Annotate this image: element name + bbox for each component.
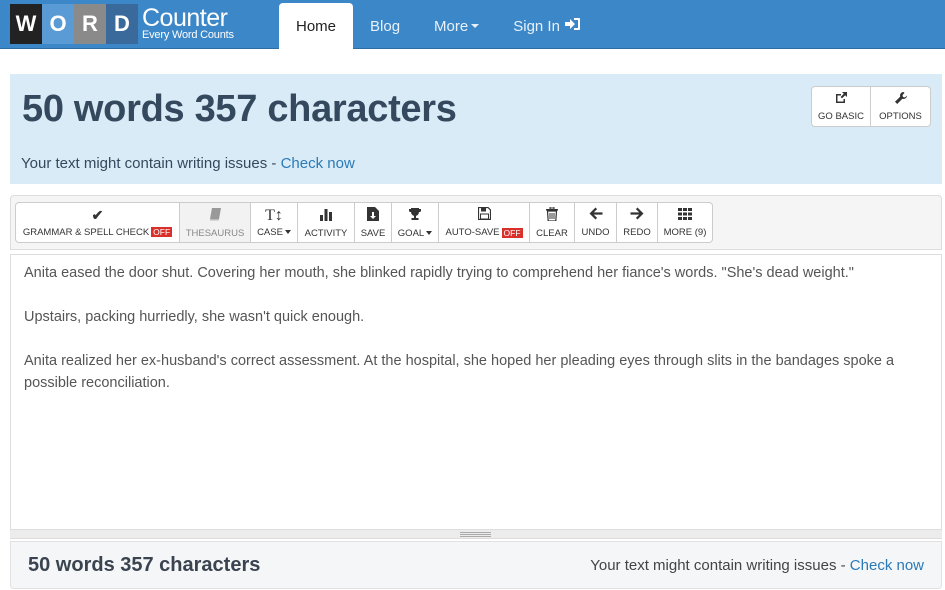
more-tools-button[interactable]: MORE (9) <box>657 202 713 243</box>
go-basic-label: GO BASIC <box>818 111 864 122</box>
floppy-icon <box>477 206 491 223</box>
save-label: SAVE <box>360 227 386 239</box>
arrow-left-icon <box>589 207 603 223</box>
goal-dropdown-button[interactable]: GOAL <box>391 202 439 243</box>
options-button[interactable]: OPTIONS <box>871 86 931 127</box>
logo-letter-r: R <box>74 3 106 44</box>
grammar-label: GRAMMAR & SPELL CHECK <box>22 226 150 238</box>
toolbar-buttons: ✔ GRAMMAR & SPELL CHECK OFF THESAURUS T↕ … <box>15 202 713 243</box>
go-basic-button[interactable]: GO BASIC <box>811 86 871 127</box>
auto-save-label: AUTO-SAVE <box>445 227 500 238</box>
external-link-icon <box>834 91 848 108</box>
logo[interactable]: W O R D Counter Every Word Counts <box>10 2 234 45</box>
goal-label: GOAL <box>397 227 425 239</box>
activity-button[interactable]: ACTIVITY <box>297 202 355 243</box>
options-label: OPTIONS <box>879 111 922 122</box>
thesaurus-label: THESAURUS <box>185 227 245 239</box>
editor-paragraph: Upstairs, packing hurriedly, she wasn't … <box>24 309 365 325</box>
text-editor[interactable]: Anita eased the door shut. Covering her … <box>10 254 942 530</box>
clear-button[interactable]: CLEAR <box>529 202 575 243</box>
nav-home[interactable]: Home <box>279 3 354 49</box>
editor-paragraph: Anita eased the door shut. Covering her … <box>24 265 854 281</box>
editor-resize-handle[interactable] <box>10 530 942 539</box>
stats-panel: 50 words 357 characters Your text might … <box>10 74 942 184</box>
nav-sign-in[interactable]: Sign In <box>496 3 598 49</box>
caret-down-icon <box>426 231 433 235</box>
arrow-right-icon <box>630 207 644 223</box>
wrench-icon <box>894 91 908 108</box>
logo-tagline: Every Word Counts <box>142 29 234 41</box>
navbar: W O R D Counter Every Word Counts Home B… <box>0 0 945 49</box>
footer-stats-panel: 50 words 357 characters Your text might … <box>10 541 942 589</box>
thesaurus-button[interactable]: THESAURUS <box>179 202 251 243</box>
nav-home-label: Home <box>296 17 337 35</box>
book-icon <box>209 207 222 224</box>
nav-blog[interactable]: Blog <box>353 3 417 49</box>
auto-save-button[interactable]: AUTO-SAVE OFF <box>438 202 530 243</box>
clear-label: CLEAR <box>536 227 568 239</box>
check-icon: ✔ <box>91 206 104 223</box>
view-buttons: GO BASIC OPTIONS <box>811 86 931 127</box>
redo-label: REDO <box>623 227 651 238</box>
caret-down-icon <box>284 230 291 234</box>
undo-button[interactable]: UNDO <box>574 202 617 243</box>
save-button[interactable]: SAVE <box>354 202 392 243</box>
logo-letter-d: D <box>106 3 138 44</box>
word-char-count: 50 words 357 characters <box>22 88 457 130</box>
sign-in-icon <box>564 17 581 35</box>
footer-check-now-link[interactable]: Check now <box>850 557 924 574</box>
footer-writing-issues-notice: Your text might contain writing issues -… <box>590 557 924 574</box>
nav-more-dropdown[interactable]: More <box>417 3 496 49</box>
case-label: CASE <box>257 226 283 238</box>
writing-issues-notice: Your text might contain writing issues -… <box>21 155 355 172</box>
logo-letter-o: O <box>42 3 74 44</box>
footer-writing-issues-text: Your text might contain writing issues - <box>590 557 850 574</box>
logo-title: Counter <box>142 4 228 32</box>
grip-icon <box>460 532 491 537</box>
case-dropdown-button[interactable]: T↕ CASE <box>250 202 298 243</box>
text-height-icon: T↕ <box>265 206 283 224</box>
activity-label: ACTIVITY <box>304 227 348 239</box>
redo-button[interactable]: REDO <box>616 202 658 243</box>
logo-letter-w: W <box>10 3 42 44</box>
bar-chart-icon <box>319 207 333 224</box>
trophy-icon <box>408 207 422 224</box>
nav-sign-in-label: Sign In <box>513 17 560 35</box>
editor-toolbar: ✔ GRAMMAR & SPELL CHECK OFF THESAURUS T↕ … <box>10 195 942 250</box>
logo-text: Counter Every Word Counts <box>142 6 234 41</box>
grid-icon <box>678 207 692 223</box>
more-tools-label: MORE (9) <box>663 226 707 238</box>
caret-down-icon <box>471 24 480 28</box>
check-now-link[interactable]: Check now <box>281 155 355 172</box>
grammar-spell-check-button[interactable]: ✔ GRAMMAR & SPELL CHECK OFF <box>15 202 180 243</box>
main-nav: Home Blog More Sign In <box>279 3 598 49</box>
trash-icon <box>546 206 558 224</box>
undo-label: UNDO <box>581 227 610 238</box>
auto-save-off-badge: OFF <box>501 227 523 238</box>
writing-issues-text: Your text might contain writing issues - <box>21 155 281 172</box>
grammar-off-badge: OFF <box>151 227 173 237</box>
nav-blog-label: Blog <box>370 17 401 35</box>
nav-more-label: More <box>434 17 469 35</box>
download-file-icon <box>367 206 379 224</box>
editor-paragraph: Anita realized her ex-husband's correct … <box>24 353 895 391</box>
footer-word-char-count: 50 words 357 characters <box>28 554 261 576</box>
